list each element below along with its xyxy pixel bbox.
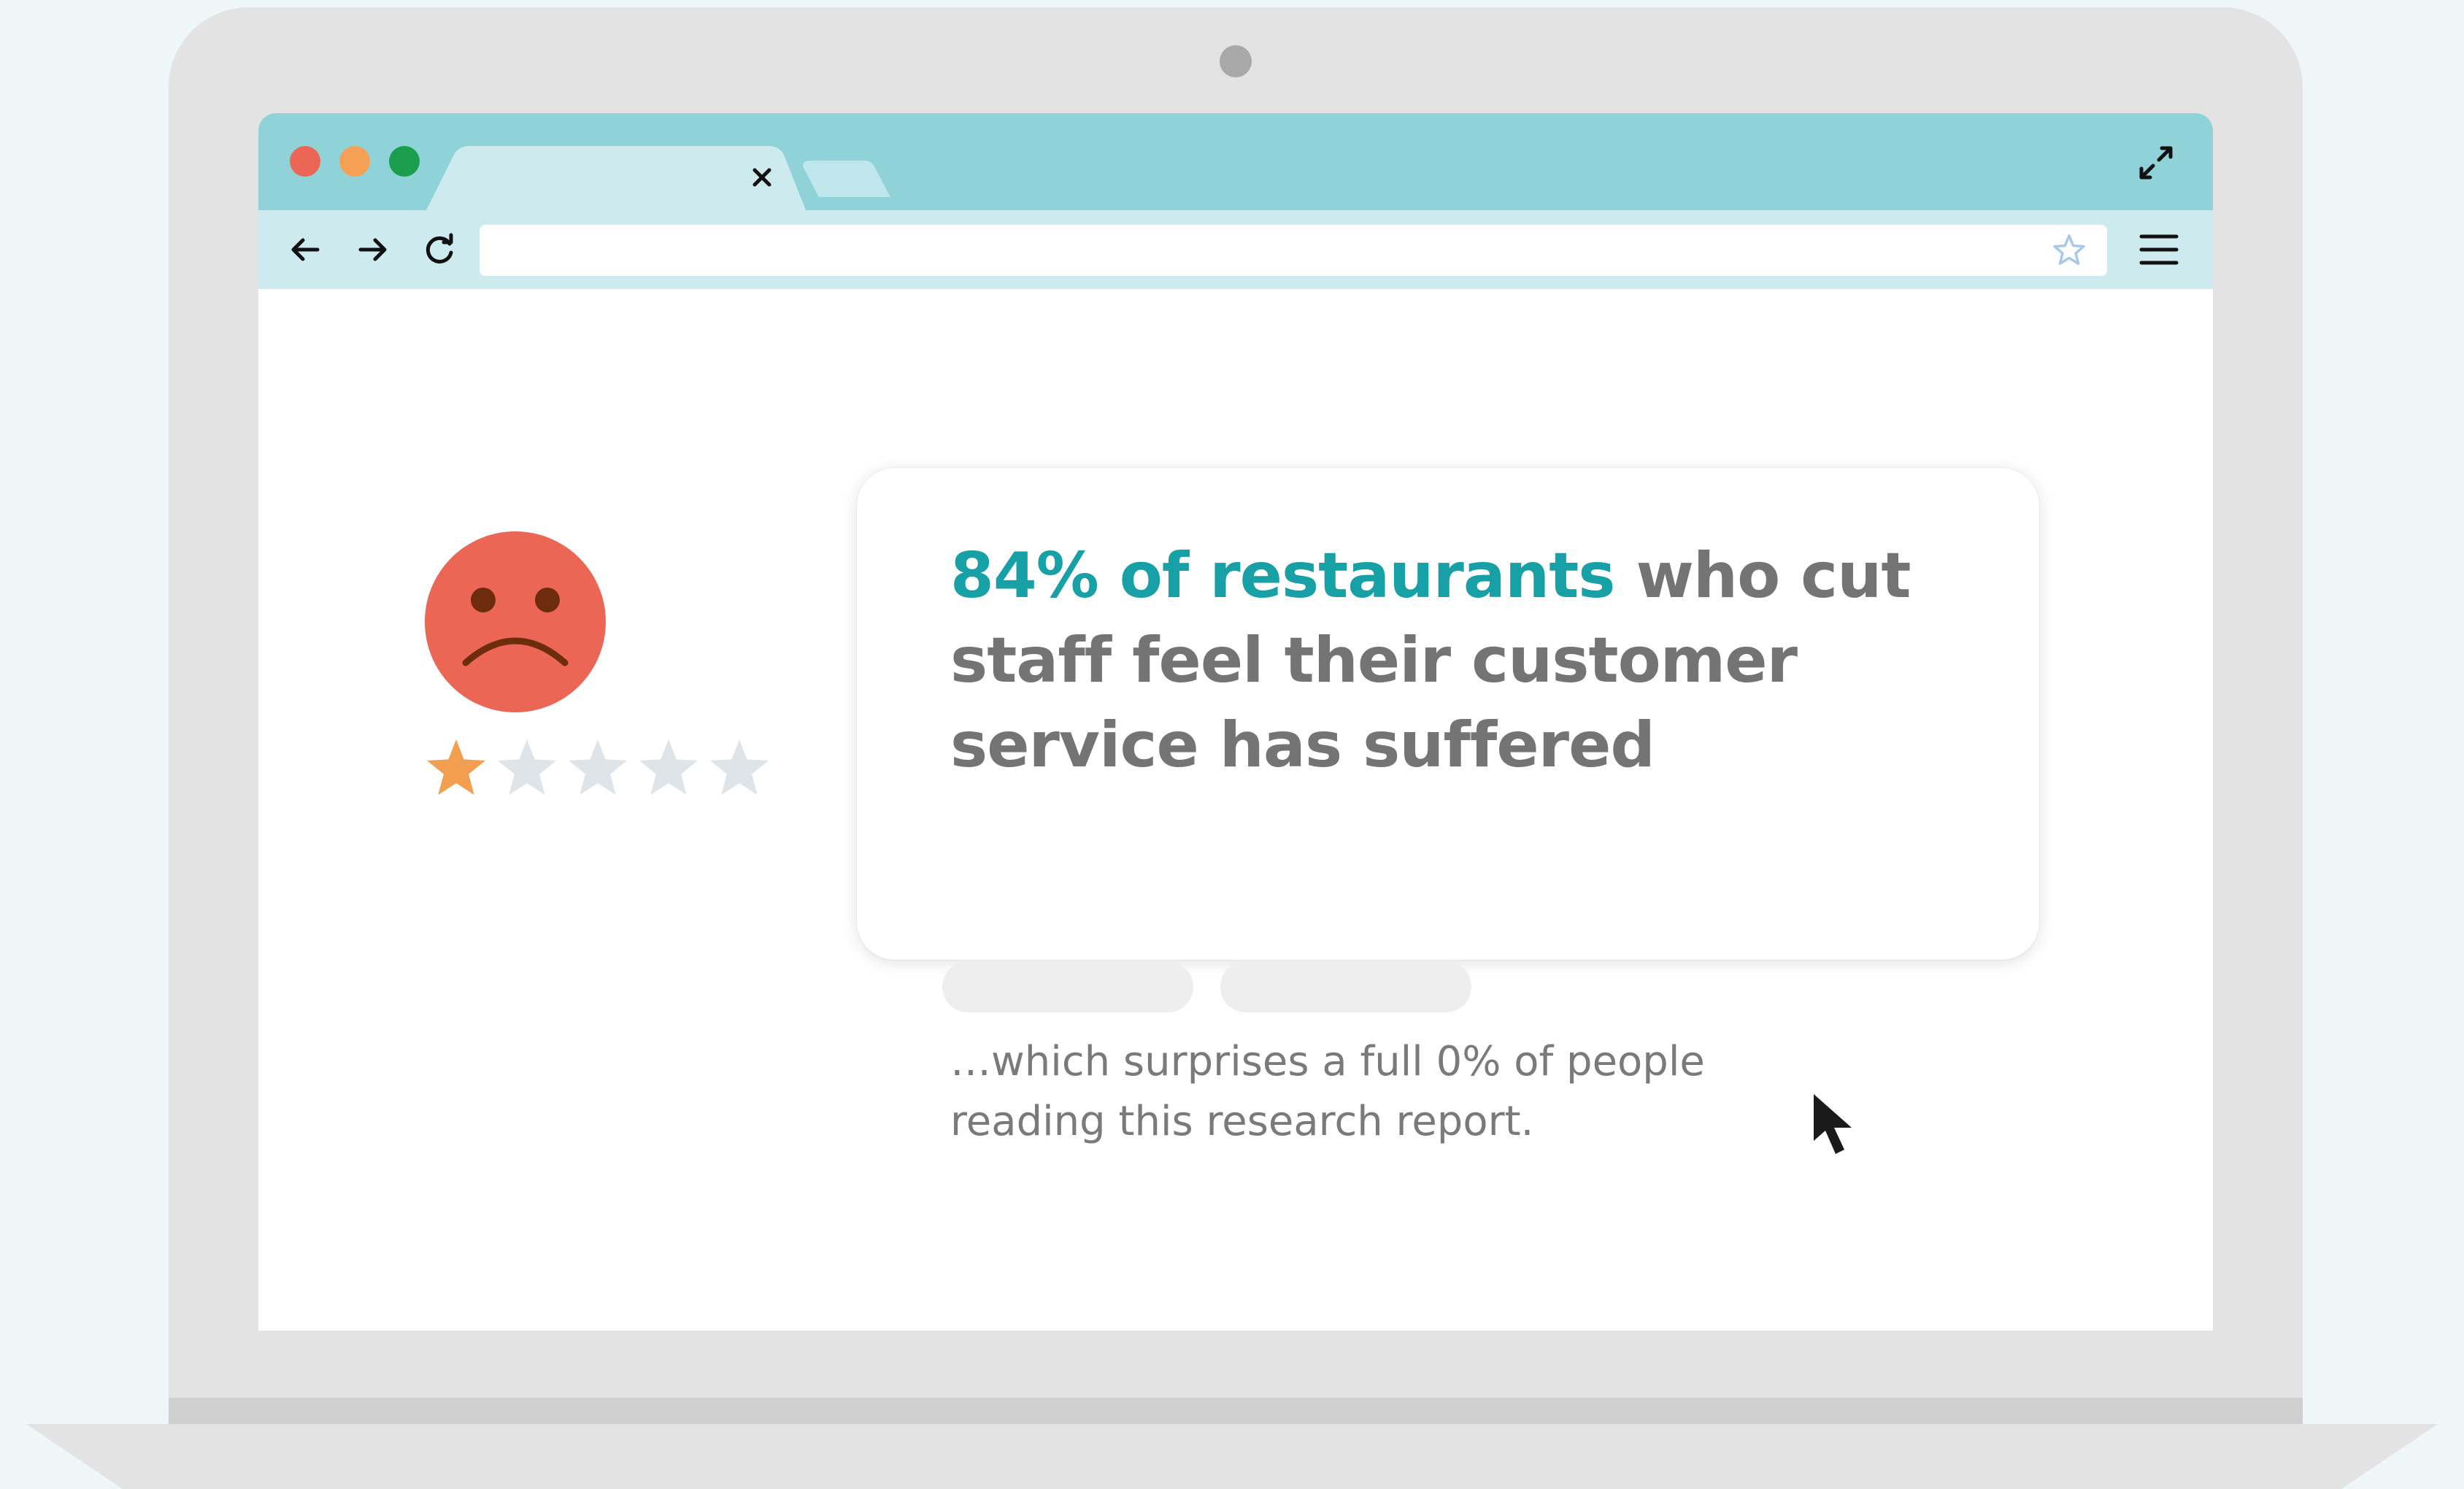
laptop-hinge (169, 1398, 2303, 1424)
star-rating (427, 739, 769, 795)
star-filled-icon (427, 739, 485, 795)
page: 84% of restaurants who cut staff feel th… (0, 0, 2464, 1489)
window-close-button[interactable] (290, 146, 320, 177)
bookmark-star-icon[interactable] (2050, 232, 2088, 270)
browser-window: 84% of restaurants who cut staff feel th… (258, 113, 2213, 1331)
forward-arrow-icon[interactable] (352, 229, 393, 270)
close-icon[interactable] (746, 161, 778, 193)
star-empty-icon (569, 739, 627, 795)
tab-bar (258, 113, 2213, 210)
headline: 84% of restaurants who cut staff feel th… (950, 534, 1987, 788)
expand-icon[interactable] (2134, 141, 2178, 185)
back-arrow-icon[interactable] (285, 229, 326, 270)
stat-card: 84% of restaurants who cut staff feel th… (857, 468, 2039, 1012)
subtext: …which surprises a full 0% of people rea… (950, 1038, 1705, 1145)
browser-toolbar (258, 210, 2213, 289)
window-maximize-button[interactable] (389, 146, 420, 177)
address-bar[interactable] (480, 225, 2107, 276)
star-empty-icon (639, 739, 698, 795)
headline-accent: 84% of restaurants (950, 539, 1615, 612)
star-empty-icon (710, 739, 769, 795)
placeholder-pill (942, 961, 1193, 1012)
laptop-base (26, 1424, 2438, 1489)
placeholder-pill (1220, 961, 1471, 1012)
mouse-cursor-icon (1814, 1094, 1852, 1154)
sad-face-icon (425, 531, 606, 712)
window-minimize-button[interactable] (339, 146, 370, 177)
star-empty-icon (498, 739, 556, 795)
webcam (1220, 45, 1252, 77)
hamburger-menu-icon[interactable] (2137, 228, 2181, 272)
tab-new[interactable] (803, 161, 890, 197)
reload-icon[interactable] (419, 229, 460, 270)
